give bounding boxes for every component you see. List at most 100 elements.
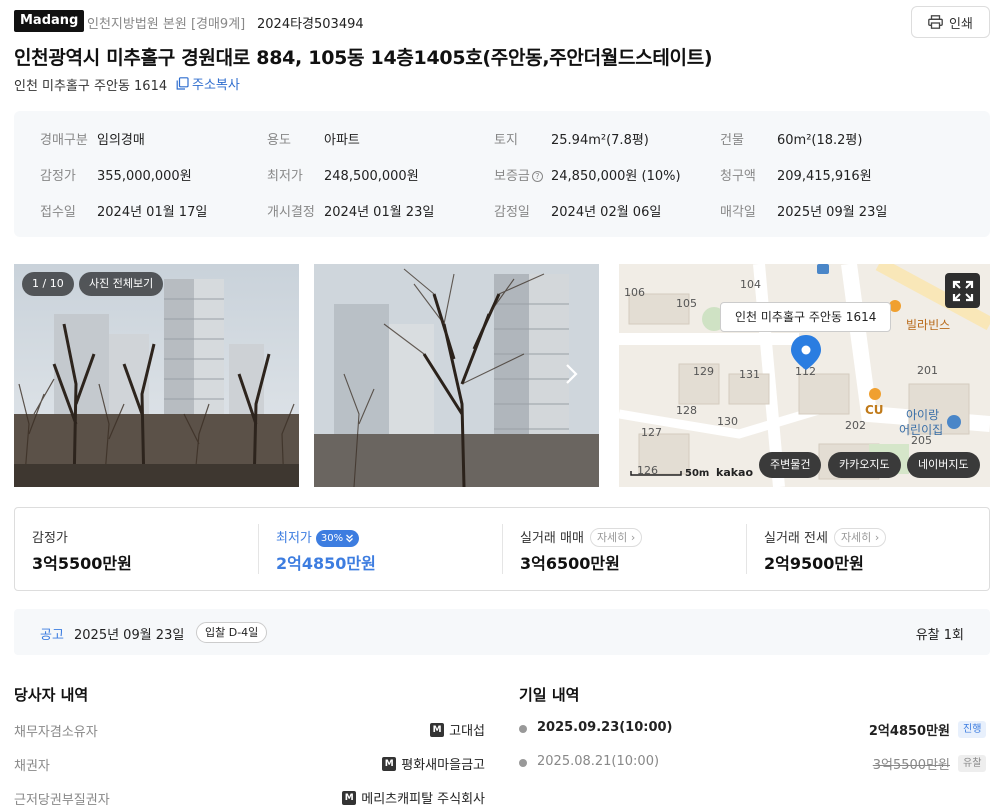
chevron-right-icon: ›: [630, 531, 636, 544]
appraisal-label: 감정가: [40, 169, 76, 184]
discount-badge-text: 30%: [320, 533, 344, 544]
appraised-label: 감정일: [494, 205, 530, 220]
page-title: 인천광역시 미추홀구 경원대로 884, 105동 14층1405호(주안동,주…: [14, 47, 713, 69]
history-date: 2025.09.23(10:00): [537, 720, 673, 735]
case-number: 2024타경503494: [257, 17, 364, 32]
map-label: 201: [917, 364, 938, 377]
auction-type-value: 임의경매: [97, 133, 145, 148]
member-badge-icon: M: [342, 790, 357, 805]
status-badge: 진행: [958, 721, 987, 738]
map-label: 131: [739, 368, 760, 381]
copy-address-label: 주소복사: [192, 78, 240, 93]
price-lease: 실거래 전세 자세히 › 2억9500만원: [747, 508, 991, 590]
map-label: 104: [740, 278, 761, 291]
map-label: 128: [676, 404, 697, 417]
map-label: 105: [676, 297, 697, 310]
history-amount: 3억5500만원: [872, 758, 950, 773]
history-date: 2025.08.21(10:00): [537, 754, 660, 769]
discount-badge: 30%: [315, 530, 360, 547]
property-photo-2[interactable]: [314, 264, 599, 487]
commence-value: 2024년 01월 23일: [324, 205, 435, 220]
lease-detail-text: 자세히: [840, 531, 872, 544]
print-label: 인쇄: [949, 16, 973, 32]
dday-badge: 입찰 D-4일: [196, 622, 268, 643]
trade-detail-text: 자세히: [596, 531, 628, 544]
apartment-photo: [14, 264, 299, 487]
price-min-label-row: 최저가 30%: [276, 527, 360, 547]
chevron-right-icon: ›: [874, 531, 880, 544]
appraised-value: 2024년 02월 06일: [551, 205, 662, 220]
price-trade: 실거래 매매 자세히 › 3억6500만원: [503, 508, 747, 590]
price-trade-label: 실거래 매매: [520, 531, 584, 546]
min-price-label: 최저가: [267, 169, 303, 184]
map-label: 빌라빈스: [906, 318, 950, 332]
party-name: 고대섭: [449, 724, 485, 739]
sale-date-label: 매각일: [720, 205, 756, 220]
school-marker-icon: [947, 415, 961, 429]
land-label: 토지: [494, 133, 518, 148]
price-lease-value: 2억9500만원: [764, 554, 864, 573]
notice-label: 공고: [40, 628, 64, 643]
history-title: 기일 내역: [519, 686, 580, 704]
price-trade-value: 3억6500만원: [520, 554, 620, 573]
received-label: 접수일: [40, 205, 76, 220]
chevron-right-icon[interactable]: [564, 362, 580, 386]
print-button[interactable]: 인쇄: [911, 6, 990, 38]
kakao-map-button[interactable]: 카카오지도: [828, 452, 901, 478]
double-chevron-down-icon: [346, 534, 354, 543]
history-amount: 2억4850만원: [868, 724, 950, 739]
party-name: 평화새마을금고: [401, 758, 485, 773]
trade-detail-button[interactable]: 자세히 ›: [589, 528, 643, 547]
price-summary: 감정가 3억5500만원 최저가 30% 2억4850만원 실거래 매매 자세히 ›…: [14, 507, 990, 591]
short-address: 인천 미추홀구 주안동 1614: [14, 79, 168, 94]
min-price-value: 248,500,000원: [324, 169, 419, 184]
map-label: 아이랑: [906, 408, 939, 422]
court-name: 인천지방법원 본원 [경매9계]: [87, 17, 246, 32]
party-role: 근저당권부질권자: [14, 793, 110, 805]
usage-label: 용도: [267, 133, 291, 148]
case-info-panel: 경매구분 임의경매 용도 아파트 토지 25.94m²(7.8평) 건물 60m…: [14, 111, 990, 237]
map-fullscreen-button[interactable]: [945, 273, 980, 308]
price-lease-label: 실거래 전세: [764, 531, 828, 546]
deposit-label: 보증금: [494, 169, 530, 184]
copy-address-link[interactable]: 주소복사: [176, 74, 240, 93]
price-appraisal: 감정가 3억5500만원: [15, 508, 259, 590]
printer-icon: [928, 15, 943, 29]
scale-label: 50m: [685, 468, 709, 479]
map-label: 106: [624, 286, 645, 299]
history-dot-icon: [519, 725, 527, 733]
status-badge: 유찰: [958, 755, 987, 772]
naver-map-button[interactable]: 네이버지도: [907, 452, 980, 478]
apartment-photo: [314, 264, 599, 487]
fullscreen-icon: [952, 280, 973, 301]
map-label: CU: [865, 403, 884, 417]
member-badge-icon: M: [382, 756, 397, 771]
price-minimum: 최저가 30% 2억4850만원: [259, 508, 503, 590]
party-role: 채무자겸소유자: [14, 725, 98, 740]
location-map[interactable]: 106 105 104 129 131 112 201 128 130 202 …: [619, 264, 990, 487]
fail-count: 유찰 1회: [915, 628, 964, 643]
nearby-items-button[interactable]: 주변물건: [759, 452, 822, 478]
deposit-label-wrap: 보증금?: [494, 165, 543, 184]
commence-label: 개시결정: [267, 205, 315, 220]
sale-date-value: 2025년 09월 23일: [777, 205, 888, 220]
view-all-photos-button[interactable]: 사진 전체보기: [79, 272, 164, 296]
madang-logo: Madang: [14, 10, 85, 32]
auction-type-label: 경매구분: [40, 133, 88, 148]
price-appraisal-value: 3억5500만원: [32, 554, 132, 573]
claim-label: 청구액: [720, 169, 756, 184]
party-name-row: M 평화새마을금고: [382, 754, 485, 773]
photo-counter: 1 / 10: [22, 272, 74, 296]
property-photo-1[interactable]: 1 / 10 사진 전체보기: [14, 264, 299, 487]
usage-value: 아파트: [324, 133, 360, 148]
lease-detail-button[interactable]: 자세히 ›: [833, 528, 887, 547]
kakao-logo: kakao: [716, 466, 753, 479]
notice-date: 2025년 09월 23일: [74, 628, 185, 643]
map-address-bubble: 인천 미추홀구 주안동 1614: [720, 302, 892, 332]
map-label: 어린이집: [899, 423, 943, 437]
price-lease-label-row: 실거래 전세 자세히 ›: [764, 527, 887, 547]
map-label: 130: [717, 415, 738, 428]
party-name-row: M 고대섭: [430, 720, 485, 739]
help-icon[interactable]: ?: [531, 171, 543, 182]
member-badge-icon: M: [430, 722, 445, 737]
